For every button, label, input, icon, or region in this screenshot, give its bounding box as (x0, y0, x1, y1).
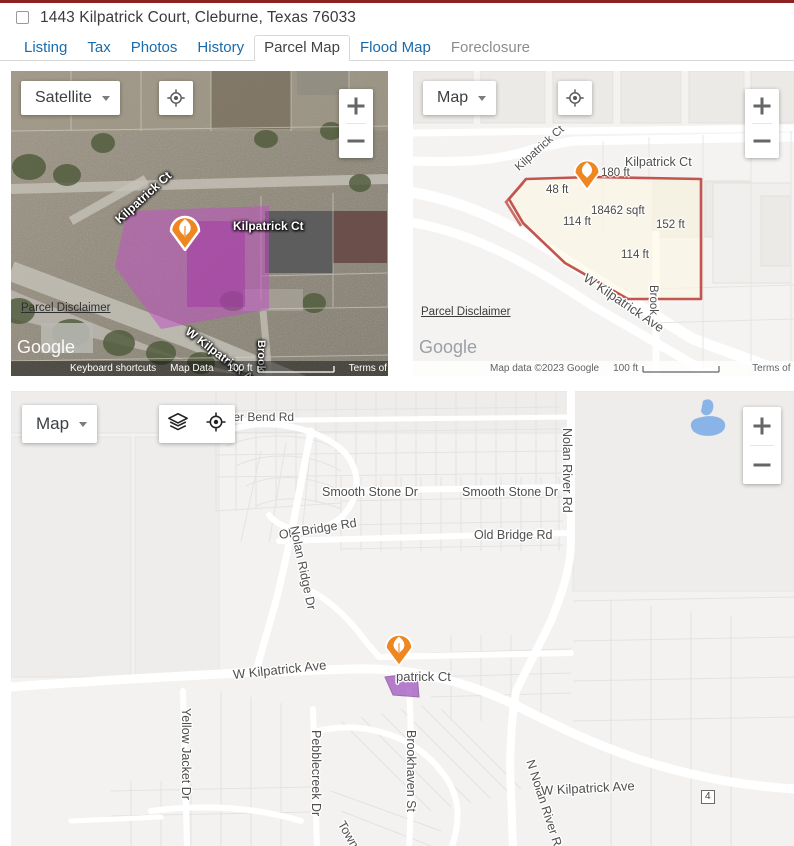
address-row: 1443 Kilpatrick Court, Cleburne, Texas 7… (0, 3, 794, 30)
scale-indicator: 100 ft (221, 363, 342, 374)
highway-shield-4: 4 (701, 790, 715, 804)
satellite-attribution-bar: Keyboard shortcuts Map Data 100 ft Terms… (11, 361, 388, 376)
measure-114ft-b: 114 ft (621, 249, 649, 261)
map-type-button[interactable]: Map (423, 81, 497, 115)
overview-tiles (11, 391, 794, 846)
page-title: 1443 Kilpatrick Court, Cleburne, Texas 7… (40, 8, 357, 26)
tab-listing[interactable]: Listing (14, 35, 77, 61)
parcel-map-page: 1443 Kilpatrick Court, Cleburne, Texas 7… (0, 0, 794, 846)
zoom-in-button[interactable] (745, 89, 779, 123)
tab-foreclosure: Foreclosure (450, 39, 531, 56)
map-type-button[interactable]: Map (22, 405, 98, 443)
property-marker[interactable] (572, 153, 602, 192)
map-data-label: Map data ©2023 Google (490, 363, 600, 374)
property-marker[interactable] (383, 627, 415, 668)
property-tabs: Listing Tax Photos History Parcel Map Fl… (0, 30, 794, 61)
chevron-down-icon (101, 95, 110, 101)
map-type-button[interactable]: Satellite (21, 81, 120, 115)
parcel-disclaimer-link[interactable]: Parcel Disclaimer (421, 306, 510, 318)
scale-label: 100 ft (613, 363, 639, 374)
layers-icon (167, 411, 189, 438)
zoom-out-button[interactable] (743, 446, 781, 484)
select-property-checkbox[interactable] (16, 11, 29, 24)
zoom-out-button[interactable] (339, 124, 373, 158)
svg-text:Google: Google (17, 337, 75, 357)
zoom-out-button[interactable] (745, 124, 779, 158)
overview-roadmap[interactable]: River Bend Rd Smooth Stone Dr Smooth Sto… (11, 391, 794, 846)
zoom-controls[interactable] (745, 89, 779, 158)
locate-me-button[interactable] (558, 81, 592, 115)
zoom-controls[interactable] (339, 89, 373, 158)
chevron-down-icon (478, 95, 487, 101)
map-type-label: Map (36, 414, 70, 433)
map-data-link[interactable]: Map Data (163, 363, 220, 374)
tab-flood-map[interactable]: Flood Map (350, 35, 441, 61)
tab-tax[interactable]: Tax (77, 35, 120, 61)
scale-bar (256, 365, 335, 373)
terms-of-use-link[interactable]: Terms of Use (342, 363, 388, 374)
property-marker[interactable] (168, 209, 202, 253)
crosshair-icon (558, 81, 592, 115)
chevron-down-icon (79, 421, 88, 427)
measure-180ft: 180 ft (601, 167, 630, 179)
measure-area: 18462 sqft (591, 205, 645, 217)
map-type-label: Satellite (35, 89, 92, 106)
locate-me-button[interactable] (197, 405, 235, 443)
measure-152ft: 152 ft (656, 219, 685, 231)
map-type-label: Map (437, 89, 469, 106)
measure-48ft: 48 ft (546, 184, 569, 196)
scale-indicator: 100 ft (606, 363, 727, 374)
zoom-in-button[interactable] (339, 89, 373, 123)
keyboard-shortcuts-link[interactable]: Keyboard shortcuts (63, 363, 163, 374)
layers-button[interactable] (159, 405, 197, 443)
tab-history[interactable]: History (187, 35, 254, 61)
crosshair-icon (205, 411, 227, 438)
roadmap-attribution-bar: Map data ©2023 Google 100 ft Terms of Us… (413, 361, 794, 376)
google-watermark: Google (17, 336, 83, 363)
satellite-parcel-map[interactable]: Kilpatrick Ct Kilpatrick Ct W Kilpatrick… (11, 71, 388, 376)
zoom-in-button[interactable] (743, 407, 781, 445)
measure-114ft-a: 114 ft (563, 216, 591, 228)
zoom-controls[interactable] (743, 407, 781, 484)
tab-photos[interactable]: Photos (121, 35, 188, 61)
tab-parcel-map[interactable]: Parcel Map (254, 35, 350, 61)
scale-label: 100 ft (227, 363, 253, 374)
locate-me-button[interactable] (159, 81, 193, 115)
svg-text:Google: Google (419, 337, 477, 357)
roadmap-parcel-map[interactable]: 48 ft 180 ft 18462 sqft 152 ft 114 ft 11… (413, 71, 794, 376)
crosshair-icon (159, 81, 193, 115)
roadmap-tiles (413, 71, 794, 376)
google-watermark: Google (419, 336, 485, 363)
terms-of-use-link[interactable]: Terms of Use (745, 363, 794, 374)
parcel-disclaimer-link[interactable]: Parcel Disclaimer (21, 302, 110, 314)
map-tools-group[interactable] (159, 405, 235, 443)
scale-bar (642, 365, 720, 373)
